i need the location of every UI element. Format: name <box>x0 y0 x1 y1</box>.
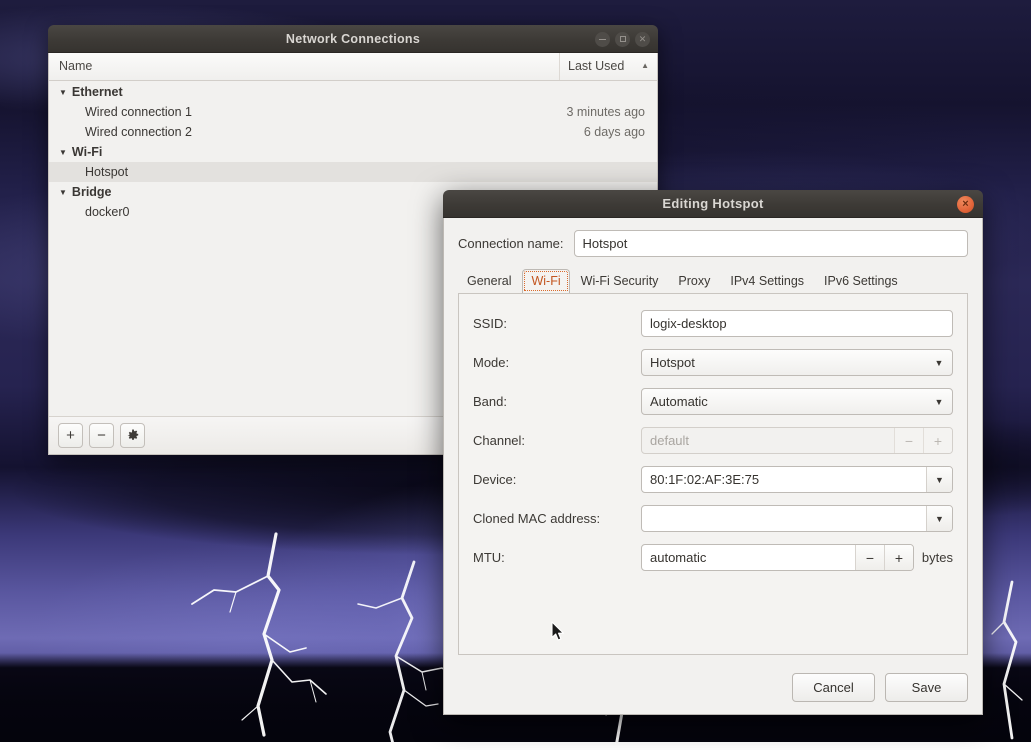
chevron-down-icon[interactable]: ▼ <box>59 148 67 157</box>
minimize-button[interactable] <box>595 32 610 47</box>
column-header-last-used[interactable]: Last Used ▲ <box>560 53 657 80</box>
mtu-decrement-button[interactable]: − <box>855 545 884 570</box>
field-row-device: Device: 80:1F:02:AF:3E:75 ▼ <box>473 466 953 493</box>
mode-label: Mode: <box>473 355 641 370</box>
editing-hotspot-dialog: Editing Hotspot × Connection name: Hotsp… <box>443 190 983 715</box>
device-label: Device: <box>473 472 641 487</box>
cloned-mac-select[interactable]: ▼ <box>641 505 953 532</box>
chevron-down-icon[interactable]: ▼ <box>926 467 952 492</box>
wifi-tab-panel: SSID: logix-desktop Mode: Hotspot ▼ Band… <box>458 293 968 655</box>
list-item-hotspot[interactable]: Hotspot <box>49 162 657 182</box>
dialog-title: Editing Hotspot <box>443 196 983 211</box>
gear-icon-svg <box>126 429 140 443</box>
connection-name-label: Connection name: <box>458 236 564 251</box>
channel-label: Channel: <box>473 433 641 448</box>
add-connection-button[interactable]: + <box>58 423 83 448</box>
connection-last-used: 3 minutes ago <box>566 105 645 119</box>
group-label: Wi-Fi <box>72 145 102 159</box>
dialog-titlebar[interactable]: Editing Hotspot × <box>443 190 983 218</box>
connection-name: docker0 <box>85 205 129 219</box>
tab-general[interactable]: General <box>458 269 520 293</box>
field-row-ssid: SSID: logix-desktop <box>473 310 953 337</box>
remove-connection-button[interactable]: − <box>89 423 114 448</box>
mtu-stepper[interactable]: automatic − + <box>641 544 914 571</box>
chevron-down-icon[interactable]: ▼ <box>59 188 67 197</box>
mouse-cursor <box>551 621 567 643</box>
field-row-mtu: MTU: automatic − + bytes <box>473 544 953 571</box>
chevron-down-icon[interactable]: ▼ <box>926 506 952 531</box>
mode-value: Hotspot <box>650 355 695 370</box>
dialog-close-button[interactable]: × <box>957 196 974 213</box>
group-header-ethernet[interactable]: ▼ Ethernet <box>49 82 657 102</box>
connection-name: Wired connection 2 <box>85 125 192 139</box>
field-row-mode: Mode: Hotspot ▼ <box>473 349 953 376</box>
group-label: Ethernet <box>72 85 123 99</box>
connection-name-row: Connection name: Hotspot <box>458 230 968 257</box>
network-connections-titlebar[interactable]: Network Connections ✕ <box>48 25 658 53</box>
window-controls: ✕ <box>595 25 650 53</box>
lightning-bolt-left <box>180 530 410 740</box>
column-header-last-used-label: Last Used <box>568 59 624 73</box>
chevron-down-icon: ▼ <box>926 389 952 414</box>
connection-name: Wired connection 1 <box>85 105 192 119</box>
device-select[interactable]: 80:1F:02:AF:3E:75 ▼ <box>641 466 953 493</box>
gear-icon[interactable] <box>120 423 145 448</box>
mtu-units-label: bytes <box>922 550 953 565</box>
list-item[interactable]: Wired connection 1 3 minutes ago <box>49 102 657 122</box>
chevron-down-icon: ▼ <box>926 350 952 375</box>
tab-wifi[interactable]: Wi-Fi <box>522 269 569 293</box>
tab-ipv4-settings[interactable]: IPv4 Settings <box>721 269 813 293</box>
channel-increment-button[interactable]: + <box>923 428 952 453</box>
sort-ascending-icon: ▲ <box>641 61 649 70</box>
group-label: Bridge <box>72 185 112 199</box>
band-select[interactable]: Automatic ▼ <box>641 388 953 415</box>
field-row-cloned-mac: Cloned MAC address: ▼ <box>473 505 953 532</box>
connection-name: Hotspot <box>85 165 128 179</box>
dialog-action-buttons: Cancel Save <box>792 673 968 702</box>
connection-name-input[interactable]: Hotspot <box>574 230 968 257</box>
cloned-mac-label: Cloned MAC address: <box>473 511 641 526</box>
mtu-label: MTU: <box>473 550 641 565</box>
connections-table-header: Name Last Used ▲ <box>49 53 657 81</box>
cancel-button[interactable]: Cancel <box>792 673 875 702</box>
dialog-body: Connection name: Hotspot General Wi-Fi W… <box>443 218 983 715</box>
group-header-wifi[interactable]: ▼ Wi-Fi <box>49 142 657 162</box>
field-row-band: Band: Automatic ▼ <box>473 388 953 415</box>
channel-stepper[interactable]: default − + <box>641 427 953 454</box>
tab-ipv6-settings[interactable]: IPv6 Settings <box>815 269 907 293</box>
save-button[interactable]: Save <box>885 673 968 702</box>
tab-wifi-security[interactable]: Wi-Fi Security <box>572 269 668 293</box>
band-label: Band: <box>473 394 641 409</box>
mtu-increment-button[interactable]: + <box>884 545 913 570</box>
ssid-input[interactable]: logix-desktop <box>641 310 953 337</box>
field-row-channel: Channel: default − + <box>473 427 953 454</box>
chevron-down-icon[interactable]: ▼ <box>59 88 67 97</box>
ssid-label: SSID: <box>473 316 641 331</box>
column-header-name[interactable]: Name <box>49 53 560 80</box>
mode-select[interactable]: Hotspot ▼ <box>641 349 953 376</box>
network-connections-title: Network Connections <box>48 32 658 46</box>
device-value: 80:1F:02:AF:3E:75 <box>650 472 759 487</box>
dialog-tabs: General Wi-Fi Wi-Fi Security Proxy IPv4 … <box>458 269 968 293</box>
channel-input[interactable]: default <box>642 428 894 453</box>
channel-decrement-button[interactable]: − <box>894 428 923 453</box>
close-button[interactable]: ✕ <box>635 32 650 47</box>
maximize-button[interactable] <box>615 32 630 47</box>
band-value: Automatic <box>650 394 708 409</box>
mtu-input[interactable]: automatic <box>642 545 855 570</box>
tab-proxy[interactable]: Proxy <box>669 269 719 293</box>
lightning-bolt-edge <box>990 580 1031 740</box>
list-item[interactable]: Wired connection 2 6 days ago <box>49 122 657 142</box>
connection-last-used: 6 days ago <box>584 125 645 139</box>
